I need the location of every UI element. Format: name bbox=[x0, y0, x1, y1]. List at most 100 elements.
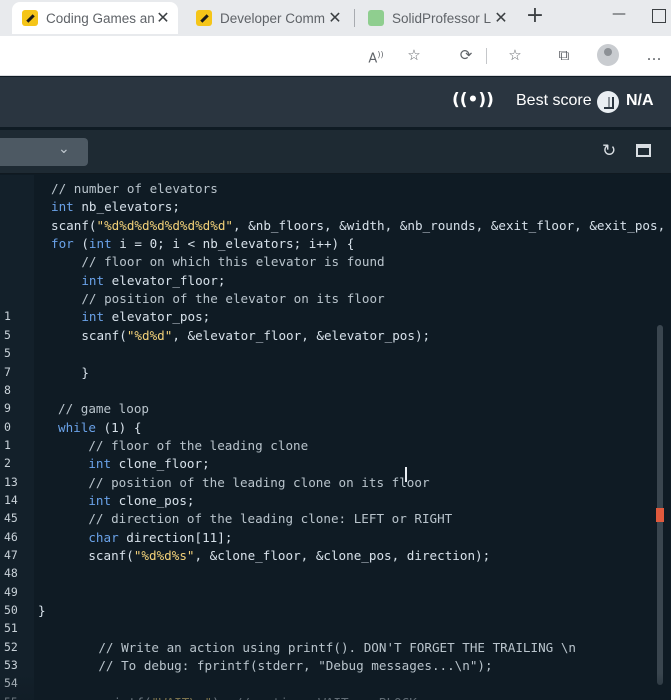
codingame-header: ((•)) Best score N/A bbox=[0, 77, 671, 127]
tab-developer-comm[interactable]: Developer Comm ✕ bbox=[186, 2, 350, 34]
code-text: // game loop bbox=[58, 399, 149, 418]
maximize-window-icon[interactable] bbox=[652, 9, 666, 23]
code-token: int bbox=[88, 456, 112, 472]
code-line: 5 scanf("%d%d", &elevator_floor, &elevat… bbox=[0, 326, 671, 345]
code-token: elevator_pos; bbox=[104, 309, 211, 325]
code-token: // number of elevators bbox=[51, 181, 218, 196]
code-text: // number of elevators bbox=[51, 179, 218, 198]
extensions-icon[interactable]: ⟳ bbox=[456, 44, 476, 66]
code-token: for bbox=[51, 236, 74, 252]
code-text: int nb_elevators; bbox=[51, 197, 180, 216]
code-line: 45 // direction of the leading clone: LE… bbox=[0, 509, 671, 528]
code-token: // To debug: fprintf(stderr, "Debug mess… bbox=[68, 658, 493, 674]
reset-code-icon[interactable]: ↻ bbox=[602, 141, 616, 161]
close-tab-icon[interactable]: ✕ bbox=[154, 8, 172, 28]
code-line: 14 int clone_pos; bbox=[0, 491, 671, 510]
code-token: int bbox=[51, 199, 74, 215]
code-token: // direction of the leading clone: LEFT … bbox=[58, 511, 453, 527]
code-token: } bbox=[38, 603, 46, 619]
code-text: printf("WAIT\n"); // action: WAIT or BLO… bbox=[68, 693, 416, 700]
more-icon[interactable]: … bbox=[644, 44, 664, 66]
minimize-window-icon[interactable]: — bbox=[612, 6, 626, 22]
code-line: scanf("%d%d%d%d%d%d%d%d", &nb_floors, &w… bbox=[0, 216, 671, 235]
code-line: 2 int clone_floor; bbox=[0, 454, 671, 473]
code-token: "%d%d%s" bbox=[133, 548, 195, 563]
code-token: scanf( bbox=[51, 327, 127, 343]
code-token: "WAIT\n" bbox=[151, 695, 212, 700]
line-number: 8 bbox=[4, 382, 11, 397]
code-token: ); bbox=[212, 695, 235, 700]
leaderboard-icon bbox=[597, 91, 619, 113]
code-line: // floor on which this elevator is found bbox=[0, 252, 671, 271]
tab-title: SolidProfessor LM bbox=[392, 10, 492, 26]
code-editor[interactable]: // number of elevators int nb_elevators; s… bbox=[0, 175, 671, 700]
code-line: 52 // Write an action using printf(). DO… bbox=[0, 638, 671, 657]
new-tab-button[interactable]: + bbox=[524, 4, 546, 30]
code-line: 46 char direction[11]; bbox=[0, 528, 671, 547]
tab-title: Coding Games and bbox=[46, 10, 154, 26]
code-line: 54 bbox=[0, 674, 671, 693]
code-token: (1) { bbox=[95, 419, 142, 435]
code-text: int elevator_pos; bbox=[51, 307, 210, 326]
code-token: int bbox=[88, 236, 112, 252]
code-line: 5 bbox=[0, 344, 671, 363]
broadcast-icon[interactable]: ((•)) bbox=[452, 90, 494, 110]
line-number: 54 bbox=[4, 676, 18, 691]
code-line: // position of the elevator on its floor bbox=[0, 289, 671, 308]
code-text: scanf("%d%d%d%d%d%d%d%d", &nb_floors, &w… bbox=[51, 216, 665, 235]
line-number: 0 bbox=[4, 419, 11, 434]
code-line: 51 bbox=[0, 619, 671, 638]
line-number: 7 bbox=[4, 364, 11, 379]
line-number: 48 bbox=[4, 566, 18, 581]
code-text: // position of the leading clone on its … bbox=[58, 473, 430, 492]
code-token: scanf( bbox=[58, 548, 134, 563]
read-aloud-icon[interactable]: A)) bbox=[366, 44, 386, 66]
tab-title: Developer Comm bbox=[220, 10, 326, 26]
code-token: // position of the elevator on its floor bbox=[51, 291, 385, 307]
tab-coding-games[interactable]: Coding Games and ✕ bbox=[12, 2, 178, 34]
line-number: 5 bbox=[4, 327, 11, 342]
code-line: 0 while (1) { bbox=[0, 418, 671, 437]
code-token: while bbox=[58, 419, 96, 435]
close-tab-icon[interactable]: ✕ bbox=[492, 8, 510, 28]
code-line: int elevator_floor; bbox=[0, 271, 671, 290]
code-token: , &nb_floors, &width, &nb_rounds, &exit_… bbox=[232, 217, 666, 233]
browser-tab-strip: Coding Games and ✕ Developer Comm ✕ Soli… bbox=[0, 0, 671, 36]
codingame-favicon-icon bbox=[22, 10, 38, 26]
profile-icon[interactable] bbox=[597, 44, 619, 66]
toolbar-divider bbox=[486, 48, 487, 64]
line-number: 45 bbox=[4, 511, 18, 526]
code-text: int elevator_floor; bbox=[51, 271, 225, 290]
editor-scrollbar[interactable] bbox=[657, 325, 663, 685]
favorites-icon[interactable]: ☆ bbox=[505, 44, 525, 66]
line-number: 51 bbox=[4, 621, 18, 636]
code-token: int bbox=[88, 492, 112, 508]
code-text: int clone_pos; bbox=[58, 491, 194, 510]
collections-icon[interactable]: ⧉ bbox=[554, 44, 574, 66]
text-cursor bbox=[405, 467, 407, 482]
language-select[interactable]: ⌄ bbox=[0, 138, 88, 166]
tab-solidprofessor[interactable]: SolidProfessor LM ✕ bbox=[358, 2, 516, 34]
code-text: for (int i = 0; i < nb_elevators; i++) { bbox=[51, 234, 354, 253]
code-token: } bbox=[51, 364, 89, 380]
line-number: 2 bbox=[4, 456, 11, 471]
close-tab-icon[interactable]: ✕ bbox=[326, 8, 344, 28]
code-token: "%d%d%d%d%d%d%d%d" bbox=[96, 217, 233, 233]
line-number: 9 bbox=[4, 401, 11, 416]
favorite-icon[interactable]: ☆ bbox=[404, 44, 424, 66]
code-token: char bbox=[88, 529, 119, 545]
line-number: 5 bbox=[4, 346, 11, 361]
code-token: elevator_floor; bbox=[104, 272, 226, 288]
code-token: // position of the leading clone on its … bbox=[58, 474, 430, 490]
code-text: int clone_floor; bbox=[58, 454, 209, 473]
code-token: int bbox=[81, 272, 105, 288]
code-text: } bbox=[51, 363, 89, 382]
code-text: // direction of the leading clone: LEFT … bbox=[58, 509, 452, 528]
line-number: 47 bbox=[4, 548, 18, 562]
expand-editor-icon[interactable] bbox=[636, 144, 651, 157]
code-line: 8 bbox=[0, 381, 671, 400]
